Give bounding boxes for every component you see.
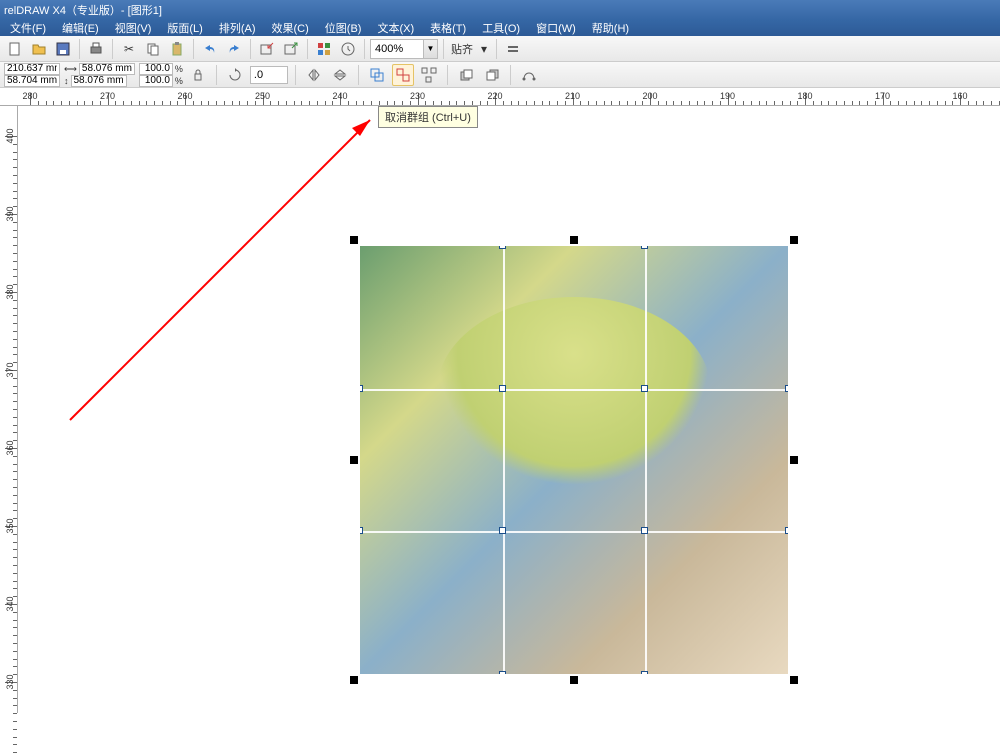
node-handle[interactable] xyxy=(641,385,648,392)
grid-line xyxy=(360,531,788,533)
to-front-icon[interactable] xyxy=(455,64,477,86)
save-icon[interactable] xyxy=(52,38,74,60)
selection-handle[interactable] xyxy=(790,236,798,244)
new-icon[interactable] xyxy=(4,38,26,60)
selection-handle[interactable] xyxy=(570,676,578,684)
separator xyxy=(510,65,511,85)
height-input[interactable] xyxy=(71,75,127,87)
menu-table[interactable]: 表格(T) xyxy=(422,20,474,36)
selection-handle[interactable] xyxy=(790,456,798,464)
menu-layout[interactable]: 版面(L) xyxy=(159,20,210,36)
node-handle[interactable] xyxy=(499,671,506,674)
tooltip: 取消群组 (Ctrl+U) xyxy=(378,106,478,128)
mirror-v-icon[interactable] xyxy=(329,64,351,86)
zoom-combo[interactable]: ▼ xyxy=(370,39,438,59)
copy-icon[interactable] xyxy=(142,38,164,60)
options-icon[interactable] xyxy=(502,38,524,60)
node-handle[interactable] xyxy=(785,527,788,534)
x-input[interactable] xyxy=(4,63,60,75)
grid-line xyxy=(360,389,788,391)
node-handle[interactable] xyxy=(641,671,648,674)
selection-handle[interactable] xyxy=(790,676,798,684)
canvas[interactable] xyxy=(18,106,1000,713)
menu-bar: 文件(F) 编辑(E) 视图(V) 版面(L) 排列(A) 效果(C) 位图(B… xyxy=(0,20,1000,36)
grid-line xyxy=(503,246,505,674)
y-input[interactable] xyxy=(4,75,60,87)
selection-handle[interactable] xyxy=(350,236,358,244)
separator xyxy=(112,39,113,59)
separator xyxy=(358,65,359,85)
title-bar: relDRAW X4（专业版）- [图形1] xyxy=(0,0,1000,20)
separator xyxy=(447,65,448,85)
paste-icon[interactable] xyxy=(166,38,188,60)
export-icon[interactable] xyxy=(280,38,302,60)
separator xyxy=(79,39,80,59)
position-block xyxy=(4,63,60,87)
separator xyxy=(250,39,251,59)
node-handle[interactable] xyxy=(641,527,648,534)
snap-dropdown-icon[interactable]: ▾ xyxy=(477,38,491,60)
separator xyxy=(295,65,296,85)
app-launcher-icon[interactable] xyxy=(313,38,335,60)
node-handle[interactable] xyxy=(785,385,788,392)
node-handle[interactable] xyxy=(499,246,506,249)
mirror-h-icon[interactable] xyxy=(303,64,325,86)
vertical-ruler: 400390380370360350340330 xyxy=(0,106,18,713)
welcome-icon[interactable] xyxy=(337,38,359,60)
horizontal-ruler: 280270260250240230220210200190180170160 xyxy=(0,88,1000,106)
open-icon[interactable] xyxy=(28,38,50,60)
separator xyxy=(193,39,194,59)
separator xyxy=(443,39,444,59)
lock-ratio-icon[interactable] xyxy=(187,64,209,86)
width-input[interactable] xyxy=(79,63,135,75)
undo-icon[interactable] xyxy=(199,38,221,60)
property-bar: ⟷ ↕ % % xyxy=(0,62,1000,88)
menu-tools[interactable]: 工具(O) xyxy=(474,20,528,36)
menu-edit[interactable]: 编辑(E) xyxy=(54,20,107,36)
menu-help[interactable]: 帮助(H) xyxy=(584,20,637,36)
rotate-icon[interactable] xyxy=(224,64,246,86)
separator xyxy=(216,65,217,85)
rotation-input[interactable] xyxy=(250,66,288,84)
node-handle[interactable] xyxy=(641,246,648,249)
node-handle[interactable] xyxy=(360,527,363,534)
grid-line xyxy=(645,246,647,674)
selection-handle[interactable] xyxy=(350,676,358,684)
separator xyxy=(307,39,308,59)
node-handle[interactable] xyxy=(499,527,506,534)
menu-view[interactable]: 视图(V) xyxy=(107,20,160,36)
zoom-input[interactable] xyxy=(371,43,423,55)
to-back-icon[interactable] xyxy=(481,64,503,86)
menu-arrange[interactable]: 排列(A) xyxy=(211,20,264,36)
bitmap-image[interactable] xyxy=(360,246,788,674)
separator xyxy=(496,39,497,59)
size-block: ⟷ ↕ xyxy=(64,63,135,87)
import-icon[interactable] xyxy=(256,38,278,60)
selection-handle[interactable] xyxy=(350,456,358,464)
menu-bitmaps[interactable]: 位图(B) xyxy=(317,20,370,36)
convert-curves-icon[interactable] xyxy=(518,64,540,86)
menu-file[interactable]: 文件(F) xyxy=(2,20,54,36)
selected-group[interactable] xyxy=(360,246,788,674)
redo-icon[interactable] xyxy=(223,38,245,60)
node-handle[interactable] xyxy=(499,385,506,392)
print-icon[interactable] xyxy=(85,38,107,60)
scale-block: % % xyxy=(139,63,183,87)
scale-y-input[interactable] xyxy=(139,75,173,87)
ungroup-icon[interactable] xyxy=(392,64,414,86)
node-handle[interactable] xyxy=(360,385,363,392)
cut-icon[interactable]: ✂ xyxy=(118,38,140,60)
separator xyxy=(364,39,365,59)
ungroup-all-icon[interactable] xyxy=(418,64,440,86)
selection-handle[interactable] xyxy=(570,236,578,244)
scale-x-input[interactable] xyxy=(139,63,173,75)
snap-label: 贴齐 xyxy=(449,41,475,57)
menu-effects[interactable]: 效果(C) xyxy=(264,20,317,36)
standard-toolbar: ✂ ▼ 贴齐 ▾ xyxy=(0,36,1000,62)
menu-window[interactable]: 窗口(W) xyxy=(528,20,584,36)
app-title: relDRAW X4（专业版）- [图形1] xyxy=(4,2,162,18)
menu-text[interactable]: 文本(X) xyxy=(369,20,422,36)
group-icon[interactable] xyxy=(366,64,388,86)
zoom-dropdown-icon[interactable]: ▼ xyxy=(423,40,437,58)
